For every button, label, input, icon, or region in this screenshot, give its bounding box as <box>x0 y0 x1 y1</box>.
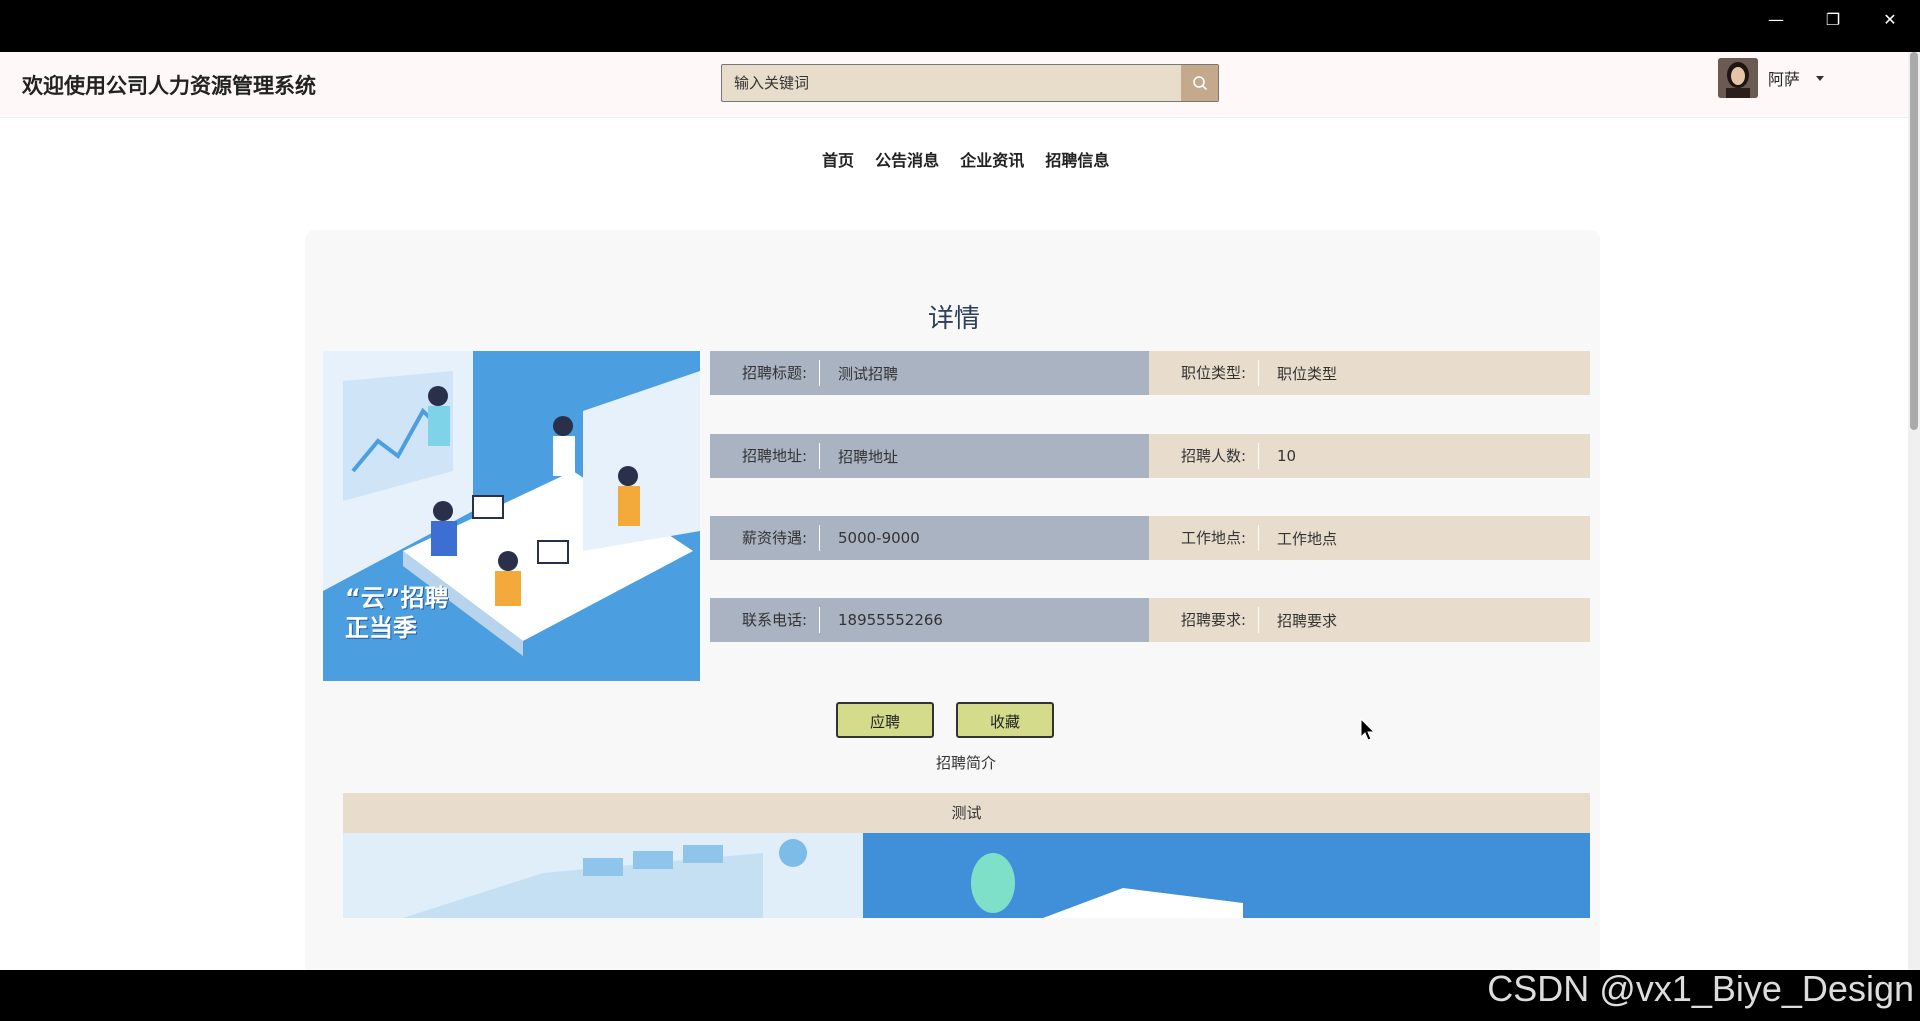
field-value: 招聘要求 <box>1277 611 1338 630</box>
field-label: 薪资待遇: <box>710 525 820 551</box>
field-label: 联系电话: <box>710 607 820 633</box>
site-title: 欢迎使用公司人力资源管理系统 <box>22 74 316 98</box>
scrollbar-thumb[interactable] <box>1910 52 1918 430</box>
nav-item-home[interactable]: 首页 <box>822 147 854 171</box>
favorite-button[interactable]: 收藏 <box>956 702 1054 738</box>
avatar <box>1718 58 1758 98</box>
recruitment-image: “云”招聘 正当季 <box>323 351 700 681</box>
search-button[interactable] <box>1181 65 1218 101</box>
user-name: 阿萨 <box>1768 70 1801 89</box>
field-label: 招聘要求: <box>1149 607 1259 633</box>
field-value: 工作地点 <box>1277 529 1338 548</box>
field-label: 招聘标题: <box>710 360 820 386</box>
minimize-button[interactable]: — <box>1756 6 1796 34</box>
nav-item-recruitment[interactable]: 招聘信息 <box>1045 147 1109 171</box>
field-label: 工作地点: <box>1149 525 1259 551</box>
field-value: 招聘地址 <box>838 447 899 466</box>
field-label: 职位类型: <box>1149 360 1259 386</box>
image-caption-line2: 正当季 <box>345 614 417 642</box>
field-row: 招聘地址: 招聘地址 招聘人数: 10 <box>710 434 1590 478</box>
intro-heading: 招聘简介 <box>935 754 996 772</box>
field-value: 5000-9000 <box>838 529 920 547</box>
chevron-down-icon <box>1816 75 1825 81</box>
window-titlebar: — ❐ ✕ <box>0 0 1920 52</box>
search-input[interactable] <box>722 65 1182 101</box>
field-value: 10 <box>1277 447 1297 465</box>
field-label: 招聘地址: <box>710 443 820 469</box>
mouse-cursor-icon <box>1360 718 1376 741</box>
restore-button[interactable]: ❐ <box>1813 6 1853 34</box>
close-button[interactable]: ✕ <box>1870 6 1910 34</box>
apply-button[interactable]: 应聘 <box>836 702 934 738</box>
field-row: 招聘标题: 测试招聘 职位类型: 职位类型 <box>710 351 1590 395</box>
field-label: 招聘人数: <box>1149 443 1259 469</box>
field-value: 职位类型 <box>1277 364 1338 383</box>
intro-image <box>343 833 1590 918</box>
user-menu[interactable]: 阿萨 <box>1718 58 1825 98</box>
watermark: CSDN @vx1_Biye_Design <box>1487 968 1914 1009</box>
page-title: 详情 <box>927 304 980 334</box>
field-value: 18955552266 <box>838 611 943 629</box>
intro-text: 测试 <box>343 793 1590 833</box>
image-caption-line1: “云”招聘 <box>345 584 449 612</box>
nav-item-announcements[interactable]: 公告消息 <box>875 147 939 171</box>
nav-item-news[interactable]: 企业资讯 <box>960 147 1024 171</box>
field-row: 薪资待遇: 5000-9000 工作地点: 工作地点 <box>710 516 1590 560</box>
site-header: 欢迎使用公司人力资源管理系统 阿萨 <box>0 52 1908 118</box>
field-row: 联系电话: 18955552266 招聘要求: 招聘要求 <box>710 598 1590 642</box>
field-value: 测试招聘 <box>838 364 899 383</box>
search-icon <box>1192 76 1207 91</box>
page-scrollbar[interactable] <box>1908 52 1920 970</box>
search-box <box>721 64 1219 102</box>
